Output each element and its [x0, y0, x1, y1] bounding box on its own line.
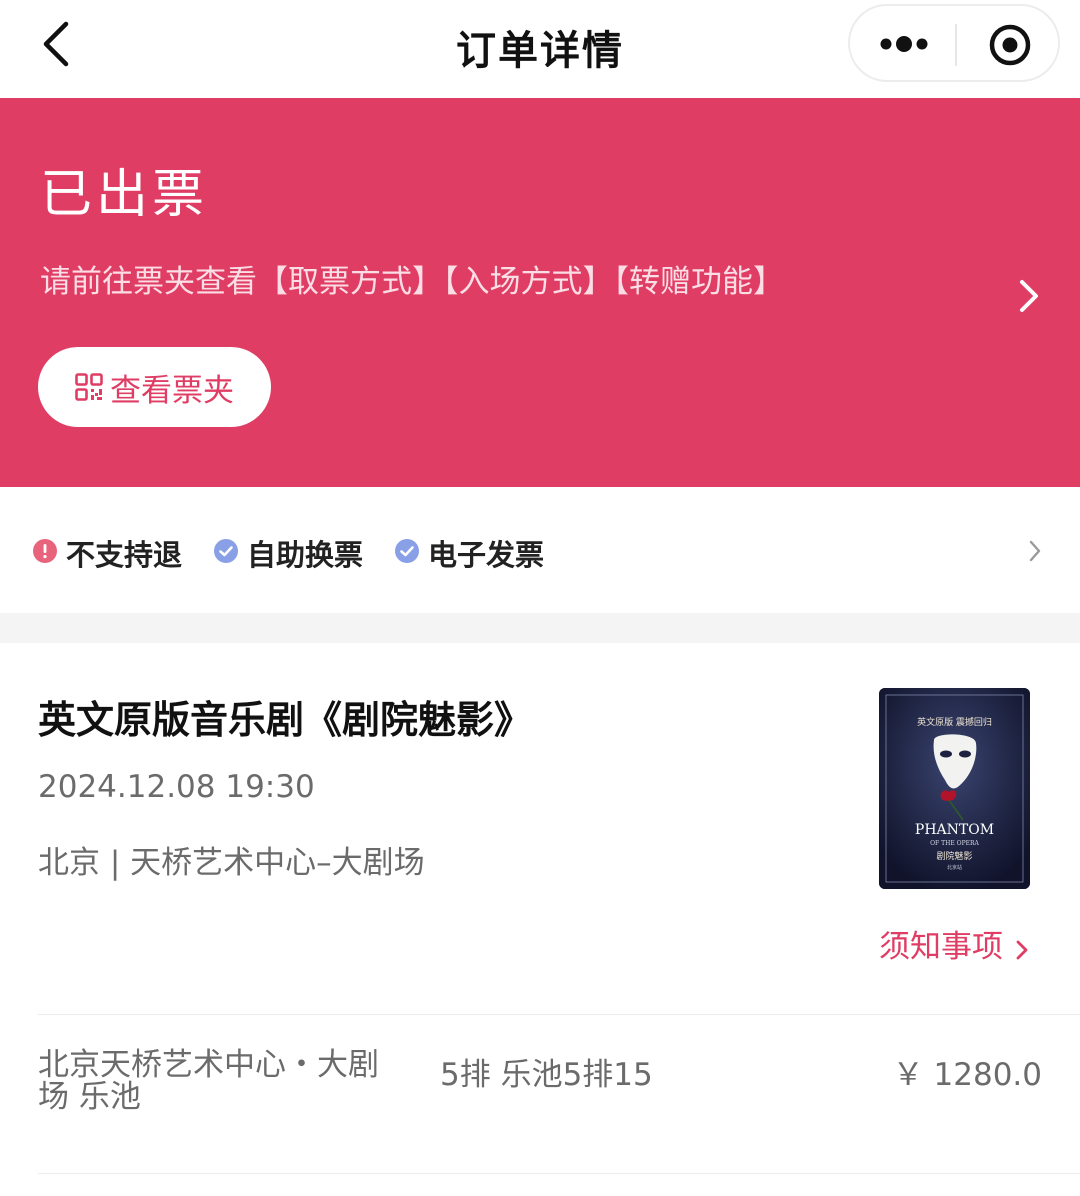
close-miniprogram-button[interactable]: [988, 23, 1032, 67]
show-poster[interactable]: 英文原版 震撼回归 PHANTOM OF THE OPERA 剧院魅影 北京站: [879, 688, 1030, 889]
show-venue: 北京 | 天桥艺术中心–大剧场: [38, 845, 425, 881]
section-divider: [0, 613, 1080, 643]
alert-circle-icon: [33, 539, 57, 563]
notice-link[interactable]: 须知事项: [879, 921, 1030, 965]
policy-label: 自助换票: [247, 538, 364, 572]
ticket-status-banner: 已出票 请前往票夹查看【取票方式】【入场方式】【转赠功能】 查看票夹: [0, 98, 1080, 487]
capsule-divider: [955, 24, 957, 66]
phantom-poster-image: 英文原版 震撼回归 PHANTOM OF THE OPERA 剧院魅影 北京站: [879, 688, 1030, 889]
order-policies-row[interactable]: 不支持退 自助换票 电子发票: [0, 487, 1080, 613]
svg-text:OF THE OPERA: OF THE OPERA: [930, 840, 979, 847]
check-circle-icon: [395, 539, 419, 563]
ticket-seat: 5排 乐池5排15: [440, 1057, 653, 1093]
policy-label: 电子发票: [428, 538, 545, 572]
qr-code-icon: [75, 373, 103, 401]
target-circle-icon: [989, 24, 1031, 66]
tip-arrow-button[interactable]: [1014, 276, 1044, 316]
ticket-price: ￥ 1280.0: [892, 1057, 1042, 1093]
divider: [38, 1173, 1080, 1174]
chevron-right-icon[interactable]: [1027, 538, 1043, 564]
view-ticket-wallet-label: 查看票夹: [110, 373, 234, 409]
svg-text:北京站: 北京站: [947, 864, 962, 871]
ticket-area: 北京天桥艺术中心・大剧场 乐池: [38, 1047, 379, 1115]
notice-label: 须知事项: [879, 929, 1003, 965]
chevron-right-icon: [1020, 280, 1038, 312]
show-info-card: 英文原版音乐剧《剧院魅影》 2024.12.08 19:30 北京 | 天桥艺术…: [0, 643, 1080, 1196]
nav-bar: 订单详情: [0, 0, 1080, 98]
svg-text:PHANTOM: PHANTOM: [915, 822, 994, 838]
ticket-wallet-tip[interactable]: 请前往票夹查看【取票方式】【入场方式】【转赠功能】: [40, 256, 784, 301]
show-datetime: 2024.12.08 19:30: [38, 769, 315, 805]
order-status: 已出票: [40, 165, 209, 225]
more-button[interactable]: [878, 24, 934, 64]
more-dots-icon: [880, 36, 928, 52]
mini-program-capsule: [848, 4, 1060, 82]
policy-label: 不支持退: [66, 538, 183, 572]
show-title[interactable]: 英文原版音乐剧《剧院魅影》: [38, 689, 532, 744]
svg-text:英文原版 震撼回归: 英文原版 震撼回归: [917, 716, 992, 728]
divider: [38, 1014, 1080, 1015]
view-ticket-wallet-button[interactable]: 查看票夹: [38, 347, 271, 427]
svg-text:剧院魅影: 剧院魅影: [936, 850, 972, 862]
chevron-right-icon: [1016, 940, 1028, 959]
check-circle-icon: [214, 539, 238, 563]
